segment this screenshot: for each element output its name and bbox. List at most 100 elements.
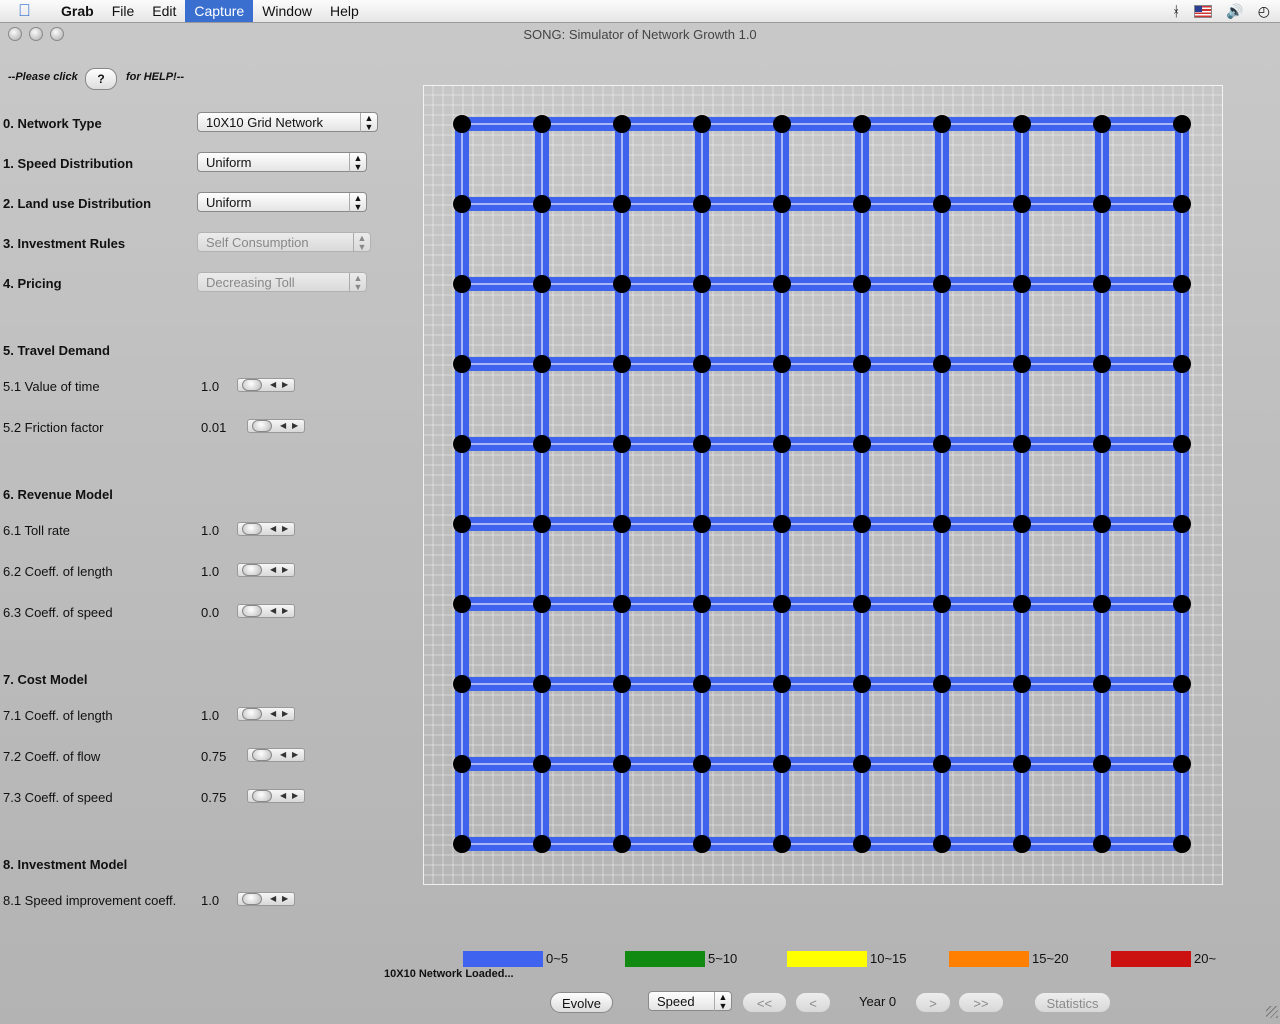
arrow-left-icon[interactable]: ◀ [270,379,276,391]
network-node[interactable] [693,355,711,373]
network-node[interactable] [693,115,711,133]
menu-file[interactable]: File [103,0,144,22]
arrow-right-icon[interactable]: ▶ [282,893,288,905]
network-node[interactable] [1013,755,1031,773]
slider-knob[interactable] [252,420,272,432]
revenue-length-slider[interactable]: ◀ ▶ [237,563,295,577]
network-node[interactable] [613,195,631,213]
network-node[interactable] [933,755,951,773]
network-node[interactable] [613,595,631,613]
network-node[interactable] [613,675,631,693]
menu-capture[interactable]: Capture [185,0,254,22]
network-node[interactable] [853,275,871,293]
flag-icon[interactable] [1194,4,1213,18]
arrow-right-icon[interactable]: ▶ [292,420,298,432]
network-node[interactable] [613,355,631,373]
network-node[interactable] [773,435,791,453]
cost-length-slider[interactable]: ◀ ▶ [237,707,295,721]
arrow-right-icon[interactable]: ▶ [282,605,288,617]
network-node[interactable] [773,515,791,533]
network-node[interactable] [853,515,871,533]
statistics-button[interactable]: Statistics [1034,992,1111,1013]
network-node[interactable] [853,195,871,213]
network-node[interactable] [533,595,551,613]
network-node[interactable] [1093,275,1111,293]
network-node[interactable] [1013,595,1031,613]
network-node[interactable] [1173,595,1191,613]
network-node[interactable] [1093,355,1111,373]
network-node[interactable] [1013,275,1031,293]
network-node[interactable] [773,275,791,293]
network-node[interactable] [453,435,471,453]
help-button[interactable]: ? [85,68,117,90]
network-node[interactable] [613,275,631,293]
network-node[interactable] [1093,435,1111,453]
network-node[interactable] [1173,195,1191,213]
arrow-right-icon[interactable]: ▶ [282,708,288,720]
investment-rules-select[interactable]: Self Consumption ▲ ▼ [197,232,371,252]
evolve-button[interactable]: Evolve [550,992,613,1013]
network-node[interactable] [933,675,951,693]
network-node[interactable] [453,275,471,293]
cost-flow-slider[interactable]: ◀ ▶ [247,748,305,762]
network-node[interactable] [693,195,711,213]
network-node[interactable] [613,115,631,133]
network-canvas[interactable] [423,85,1223,885]
network-node[interactable] [453,835,471,853]
network-node[interactable] [693,515,711,533]
slider-knob[interactable] [252,749,272,761]
network-node[interactable] [453,515,471,533]
network-node[interactable] [1093,755,1111,773]
network-node[interactable] [933,595,951,613]
network-node[interactable] [533,435,551,453]
slider-knob[interactable] [242,708,262,720]
network-node[interactable] [773,755,791,773]
network-node[interactable] [1093,115,1111,133]
arrow-left-icon[interactable]: ◀ [280,749,286,761]
network-node[interactable] [853,355,871,373]
slider-knob[interactable] [252,790,272,802]
network-type-select[interactable]: 10X10 Grid Network ▲ ▼ [197,112,378,132]
network-node[interactable] [1173,755,1191,773]
network-node[interactable] [453,675,471,693]
network-node[interactable] [1013,675,1031,693]
arrow-left-icon[interactable]: ◀ [270,708,276,720]
slider-knob[interactable] [242,523,262,535]
network-node[interactable] [613,755,631,773]
network-node[interactable] [1093,835,1111,853]
network-node[interactable] [533,835,551,853]
value-of-time-slider[interactable]: ◀ ▶ [237,378,295,392]
network-node[interactable] [933,835,951,853]
friction-factor-slider[interactable]: ◀ ▶ [247,419,305,433]
network-node[interactable] [1013,435,1031,453]
network-node[interactable] [773,195,791,213]
arrow-right-icon[interactable]: ▶ [282,564,288,576]
network-node[interactable] [1173,835,1191,853]
network-node[interactable] [853,755,871,773]
arrow-right-icon[interactable]: ▶ [282,379,288,391]
apple-menu-icon[interactable]:  [18,2,38,20]
menu-help[interactable]: Help [321,0,368,22]
network-node[interactable] [1173,355,1191,373]
network-node[interactable] [773,835,791,853]
network-node[interactable] [773,355,791,373]
network-node[interactable] [693,755,711,773]
speed-distribution-select[interactable]: Uniform ▲ ▼ [197,152,367,172]
menu-edit[interactable]: Edit [143,0,185,22]
network-node[interactable] [933,515,951,533]
network-node[interactable] [1173,435,1191,453]
toll-rate-slider[interactable]: ◀ ▶ [237,522,295,536]
slider-knob[interactable] [242,379,262,391]
arrow-right-icon[interactable]: ▶ [292,749,298,761]
network-node[interactable] [613,515,631,533]
arrow-left-icon[interactable]: ◀ [270,564,276,576]
network-node[interactable] [773,675,791,693]
network-node[interactable] [533,195,551,213]
network-node[interactable] [453,355,471,373]
network-node[interactable] [693,435,711,453]
network-node[interactable] [1013,355,1031,373]
arrow-left-icon[interactable]: ◀ [270,605,276,617]
network-node[interactable] [853,595,871,613]
network-node[interactable] [853,675,871,693]
network-node[interactable] [1013,515,1031,533]
